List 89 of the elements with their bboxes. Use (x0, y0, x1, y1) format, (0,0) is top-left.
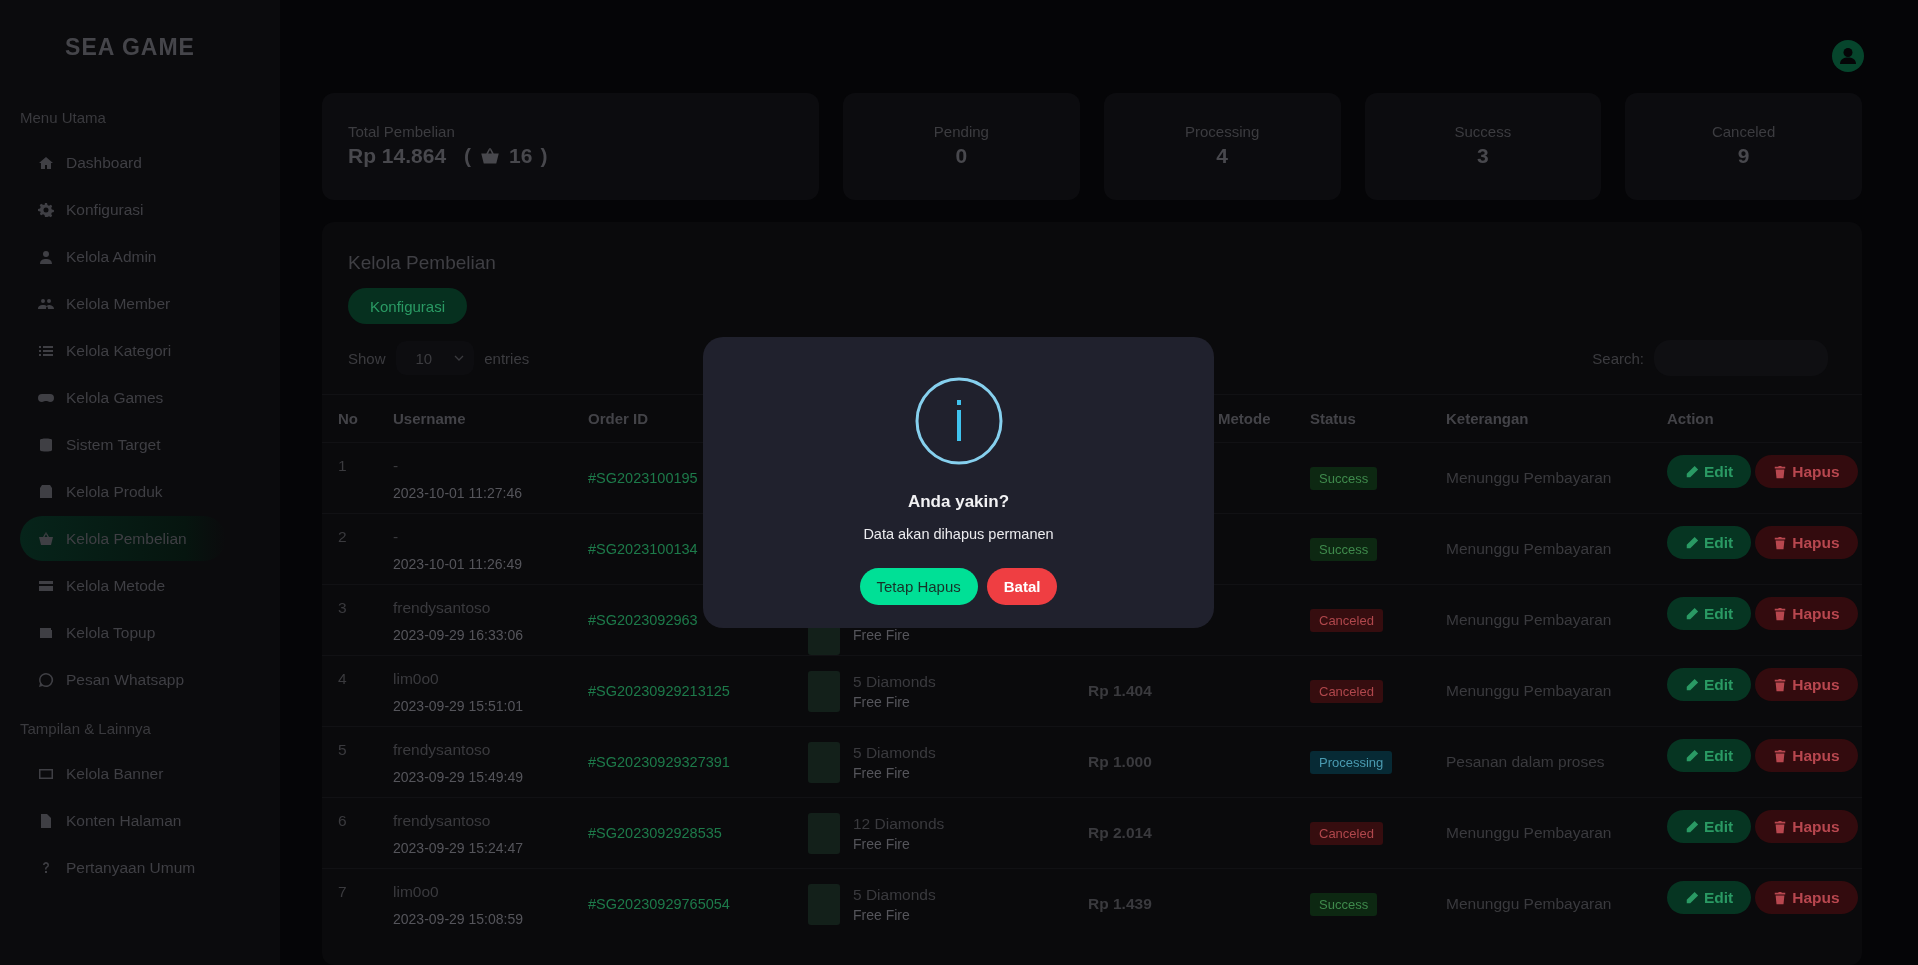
pencil-icon (1685, 464, 1699, 479)
game-name: Free Fire (853, 764, 911, 781)
column-header: Status (1310, 410, 1357, 427)
order-time: 2023-09-29 15:24:47 (393, 840, 524, 856)
chevron-icon (454, 355, 465, 361)
stat-value: 0 (955, 144, 968, 168)
delete-button[interactable]: Hapus (1755, 597, 1858, 630)
trash-icon (1773, 464, 1788, 479)
trash-icon (1773, 535, 1788, 550)
delete-button[interactable]: Hapus (1755, 526, 1858, 559)
order-time: 2023-10-01 11:26:49 (393, 556, 523, 572)
stat-value: 9 (1737, 144, 1750, 168)
pencil-icon (1685, 677, 1699, 692)
pencil-icon (1685, 890, 1699, 905)
configuration-button[interactable]: Konfigurasi (348, 288, 468, 324)
logo: SEA GAME (65, 34, 195, 61)
status-badge: Canceled (1310, 679, 1383, 703)
delete-button[interactable]: Hapus (1755, 881, 1858, 914)
pencil-icon (1685, 748, 1699, 763)
edit-button[interactable]: Edit (1667, 455, 1752, 488)
delete-button[interactable]: Hapus (1755, 810, 1858, 843)
column-header: Keterangan (1446, 410, 1530, 427)
trash-icon (1773, 677, 1788, 692)
basket-icon (38, 530, 54, 547)
order-id-link[interactable]: #SG2023100134 (588, 541, 698, 557)
box-icon (38, 483, 54, 500)
status-badge: Success (1310, 466, 1378, 490)
user-avatar-icon[interactable] (1832, 39, 1864, 72)
status-badge: Canceled (1310, 608, 1383, 632)
trash-icon (1773, 819, 1788, 834)
order-id-link[interactable]: #SG20230929327391 (588, 754, 730, 770)
pencil-icon (1685, 535, 1699, 550)
status-badge: Success (1310, 537, 1378, 561)
column-header: Metode (1218, 410, 1272, 427)
edit-button[interactable]: Edit (1667, 810, 1752, 843)
trash-icon (1773, 890, 1788, 905)
pencil-icon (1685, 606, 1699, 621)
column-header: Action (1667, 410, 1715, 427)
user-icon (38, 248, 54, 265)
delete-button[interactable]: Hapus (1755, 455, 1858, 488)
order-time: 2023-09-29 15:49:49 (393, 769, 524, 785)
parenthesis: ( (464, 144, 472, 168)
trash-icon (1773, 748, 1788, 763)
game-name: Free Fire (853, 626, 910, 643)
status-badge: Canceled (1310, 821, 1383, 845)
edit-button[interactable]: Edit (1667, 881, 1752, 914)
username: - (393, 528, 400, 546)
edit-button[interactable]: Edit (1667, 526, 1752, 559)
total-count: 16 (509, 144, 533, 168)
column-header: No (338, 410, 359, 427)
delete-button[interactable]: Hapus (1755, 668, 1858, 701)
game-name: Free Fire (853, 835, 911, 852)
file-icon (38, 812, 54, 829)
order-time: 2023-09-29 16:33:06 (393, 627, 524, 643)
pencil-icon (1685, 819, 1699, 834)
parenthesis: ) (540, 144, 548, 168)
basket-icon (479, 146, 502, 166)
status-badge: Processing (1310, 750, 1393, 774)
cancel-button[interactable]: Batal (986, 568, 1058, 605)
trash-icon (1773, 606, 1788, 621)
stat-value: 4 (1216, 144, 1228, 168)
total-amount: Rp 14.864 (348, 144, 447, 168)
edit-button[interactable]: Edit (1667, 668, 1752, 701)
home-icon (38, 154, 54, 171)
dialog-title: Anda yakin? (907, 492, 1010, 512)
order-id-link[interactable]: #SG2023100195 (588, 470, 698, 486)
username: - (393, 457, 400, 475)
chat-icon (38, 671, 54, 688)
column-header: Username (393, 410, 467, 427)
dialog-message: Data akan dihapus permanen (863, 526, 1054, 542)
order-id-link[interactable]: #SG20230929213125 (588, 683, 730, 699)
column-header: Order ID (588, 410, 649, 427)
order-id-link[interactable]: #SG20230929765054 (588, 896, 730, 912)
delete-button[interactable]: Hapus (1755, 739, 1858, 772)
game-name: Free Fire (853, 693, 911, 710)
info-icon (913, 376, 1004, 466)
stat-value: 3 (1477, 144, 1489, 168)
order-time: 2023-09-29 15:08:59 (393, 911, 524, 927)
status-badge: Success (1310, 892, 1378, 916)
order-id-link[interactable]: #SG2023092928535 (588, 825, 722, 841)
order-time: 2023-09-29 15:51:01 (393, 698, 524, 714)
edit-button[interactable]: Edit (1667, 597, 1752, 630)
settings-icon (38, 201, 54, 218)
order-time: 2023-10-01 11:27:46 (393, 485, 523, 501)
order-id-link[interactable]: #SG2023092963 (588, 612, 698, 628)
edit-button[interactable]: Edit (1667, 739, 1752, 772)
game-name: Free Fire (853, 906, 911, 923)
panel-title: Kelola Pembelian (348, 252, 497, 274)
confirm-button[interactable]: Tetap Hapus (859, 568, 978, 605)
